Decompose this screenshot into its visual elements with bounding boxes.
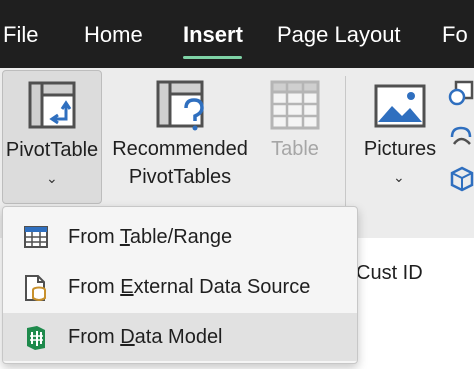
pivot-table-icon (28, 81, 76, 129)
table-icon (270, 80, 320, 130)
pivot-table-dropdown-menu: From Table/Range From External Data Sour… (2, 206, 358, 364)
pictures-icon (374, 84, 426, 128)
menu-item-label: From Data Model (68, 326, 223, 348)
pictures-button[interactable]: Pictures ⌄ (355, 70, 445, 204)
shapes-icon[interactable] (448, 80, 474, 108)
active-tab-indicator (183, 56, 242, 59)
tab-formulas[interactable]: Fo (442, 22, 468, 48)
recommended-label-line1: Recommended (112, 138, 248, 160)
ribbon-group-separator (345, 76, 346, 226)
menu-item-from-external-data-source[interactable]: From External Data Source (3, 263, 357, 311)
chevron-down-icon: ⌄ (46, 170, 58, 186)
pivot-table-button[interactable]: PivotTable ⌄ (2, 70, 102, 204)
menu-item-from-data-model[interactable]: From Data Model (3, 313, 357, 361)
icons-icon[interactable] (448, 124, 474, 150)
recommended-pivot-icon (156, 80, 204, 131)
ribbon-tab-bar: File Home Insert Page Layout Fo (0, 0, 474, 68)
table-button[interactable]: Table (262, 70, 328, 204)
column-header-cust-id: Cust ID (356, 262, 423, 284)
pivot-table-label: PivotTable (5, 139, 99, 161)
table-label: Table (271, 138, 319, 160)
tab-file[interactable]: File (3, 22, 38, 48)
tab-insert[interactable]: Insert (183, 22, 243, 48)
tab-home[interactable]: Home (84, 22, 143, 48)
table-range-icon (24, 226, 48, 248)
data-model-icon (27, 326, 45, 350)
pictures-label: Pictures (363, 138, 437, 160)
chevron-down-icon: ⌄ (393, 169, 405, 185)
menu-item-label: From Table/Range (68, 226, 233, 248)
menu-item-label: From External Data Source (68, 276, 311, 298)
recommended-label-line2: PivotTables (128, 166, 232, 188)
external-data-icon (25, 275, 46, 301)
menu-item-from-table-range[interactable]: From Table/Range (3, 213, 357, 261)
recommended-pivot-tables-button[interactable]: Recommended PivotTables (106, 70, 254, 204)
3d-models-icon[interactable] (450, 166, 474, 192)
tab-page-layout[interactable]: Page Layout (277, 22, 401, 48)
